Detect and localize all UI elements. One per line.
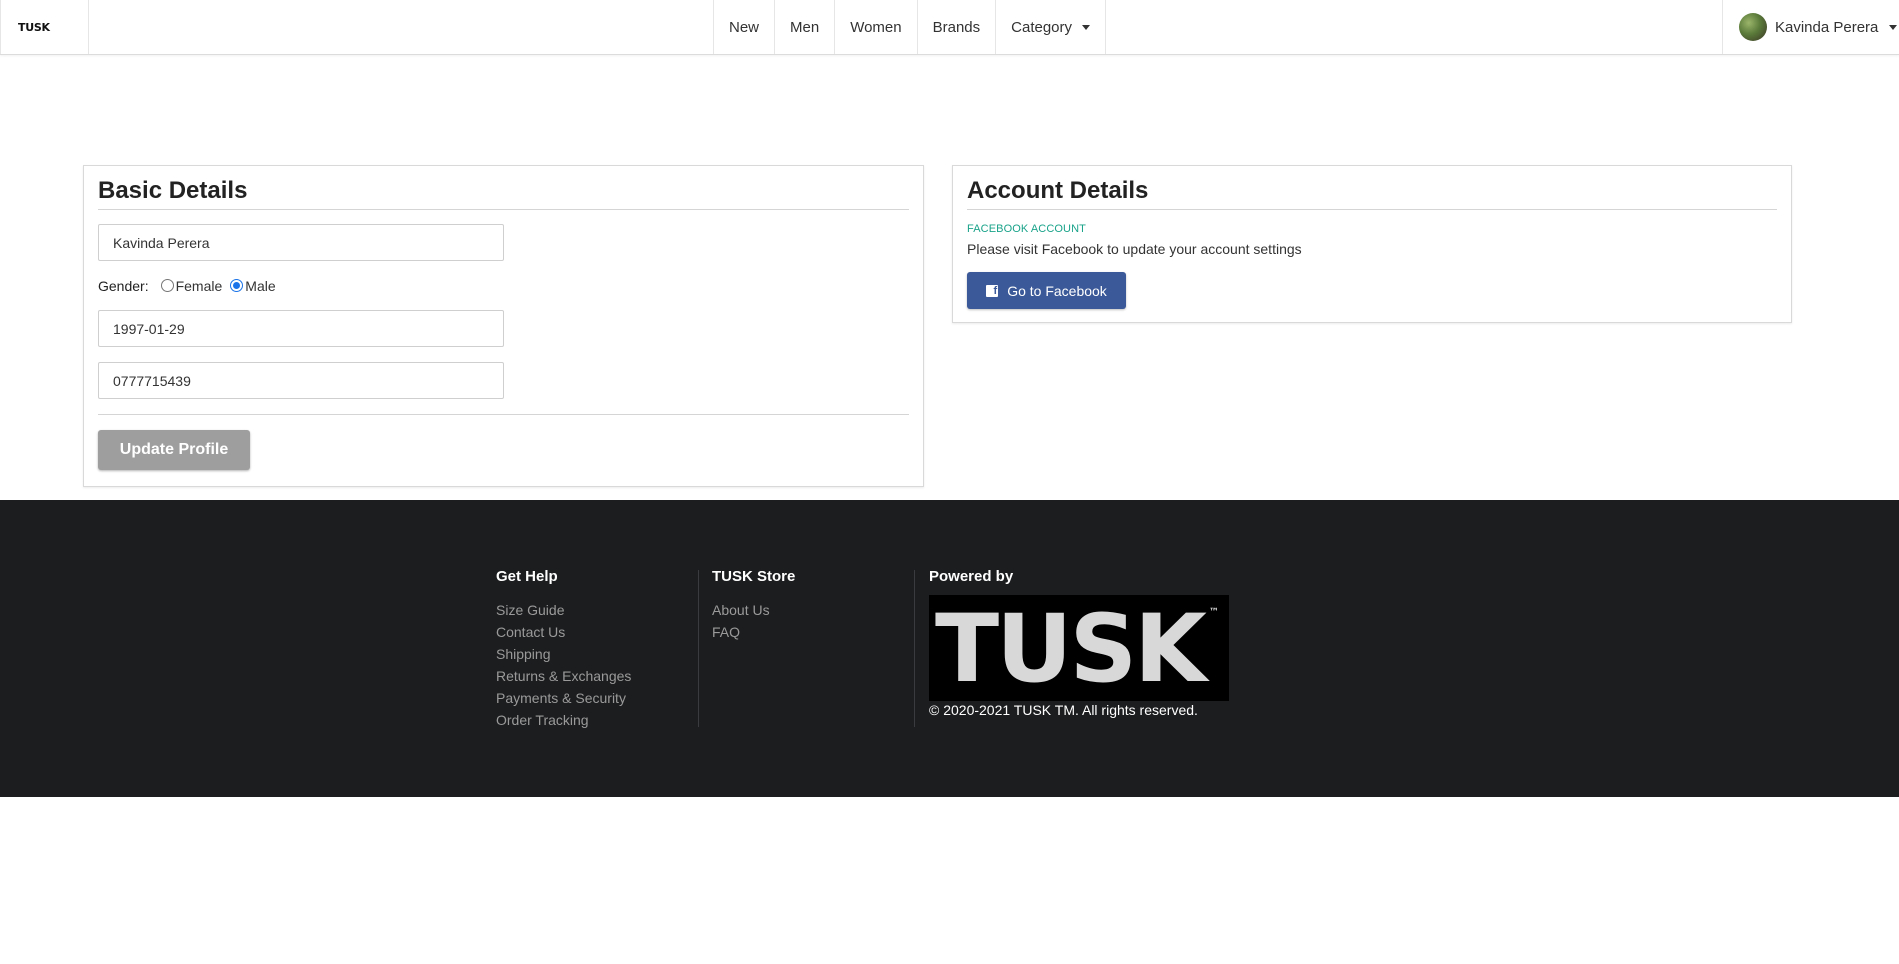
footer-link-shipping[interactable]: Shipping xyxy=(496,643,631,665)
nav-item-men[interactable]: Men xyxy=(774,0,834,54)
footer-powered-title: Powered by xyxy=(929,568,1014,585)
user-menu[interactable]: Kavinda Perera xyxy=(1722,0,1899,54)
gender-label: Gender: xyxy=(98,278,149,294)
gender-selector: Gender: Female Male xyxy=(98,278,284,294)
divider xyxy=(98,414,909,415)
main-nav: New Men Women Brands Category xyxy=(713,0,1107,54)
gender-male-radio[interactable] xyxy=(230,278,244,292)
tusk-logo: TUSK ™ xyxy=(929,595,1229,701)
nav-item-category[interactable]: Category xyxy=(995,0,1107,54)
dob-field[interactable] xyxy=(98,310,504,347)
footer-help-title: Get Help xyxy=(496,568,558,585)
facebook-account-label: FACEBOOK ACCOUNT xyxy=(967,223,1086,235)
footer-divider xyxy=(914,570,915,727)
footer-store-column: TUSK Store About Us FAQ xyxy=(712,568,795,643)
gender-male-label[interactable]: Male xyxy=(245,278,275,294)
copyright-text: © 2020-2021 TUSK TM. All rights reserved… xyxy=(929,702,1198,718)
brand-text: TUSK xyxy=(18,20,50,34)
account-details-panel: Account Details FACEBOOK ACCOUNT Please … xyxy=(952,165,1792,323)
footer-help-column: Get Help Size Guide Contact Us Shipping … xyxy=(496,568,631,731)
basic-details-title: Basic Details xyxy=(98,177,248,204)
avatar xyxy=(1739,13,1767,41)
chevron-down-icon xyxy=(1889,24,1898,30)
facebook-account-text: Please visit Facebook to update your acc… xyxy=(967,241,1302,257)
footer-link-payments[interactable]: Payments & Security xyxy=(496,687,631,709)
tusk-logo-text: TUSK xyxy=(935,595,1207,702)
footer-store-title: TUSK Store xyxy=(712,568,796,585)
nav-category-label: Category xyxy=(1011,18,1073,36)
footer-link-returns[interactable]: Returns & Exchanges xyxy=(496,665,631,687)
footer-divider xyxy=(698,570,699,727)
trademark-symbol: ™ xyxy=(1209,607,1219,618)
footer-link-faq[interactable]: FAQ xyxy=(712,621,795,643)
update-profile-button[interactable]: Update Profile xyxy=(98,430,250,470)
go-to-facebook-label: Go to Facebook xyxy=(1007,282,1107,299)
footer-link-about-us[interactable]: About Us xyxy=(712,599,795,621)
go-to-facebook-button[interactable]: f Go to Facebook xyxy=(967,272,1126,309)
gender-female-label[interactable]: Female xyxy=(176,278,223,294)
divider xyxy=(98,209,909,210)
divider xyxy=(967,209,1777,210)
nav-item-brands[interactable]: Brands xyxy=(916,0,996,54)
footer-link-contact-us[interactable]: Contact Us xyxy=(496,621,631,643)
footer: Get Help Size Guide Contact Us Shipping … xyxy=(0,500,1899,797)
phone-field[interactable] xyxy=(98,362,504,399)
account-details-title: Account Details xyxy=(967,177,1149,204)
user-name: Kavinda Perera xyxy=(1775,18,1879,36)
nav-item-women[interactable]: Women xyxy=(834,0,916,54)
footer-powered-column: Powered by TUSK ™ © 2020-2021 TUSK TM. A… xyxy=(929,568,1229,718)
gender-female-radio[interactable] xyxy=(160,278,174,292)
chevron-down-icon xyxy=(1082,24,1091,30)
top-navbar: TUSK New Men Women Brands Category Kavin… xyxy=(0,0,1899,55)
facebook-icon: f xyxy=(986,284,999,297)
basic-details-panel: Basic Details Gender: Female Male Update… xyxy=(83,165,924,487)
nav-item-new[interactable]: New xyxy=(713,0,774,54)
footer-link-order-tracking[interactable]: Order Tracking xyxy=(496,709,631,731)
brand-logo[interactable]: TUSK xyxy=(0,0,89,54)
name-field[interactable] xyxy=(98,224,504,261)
footer-link-size-guide[interactable]: Size Guide xyxy=(496,599,631,621)
